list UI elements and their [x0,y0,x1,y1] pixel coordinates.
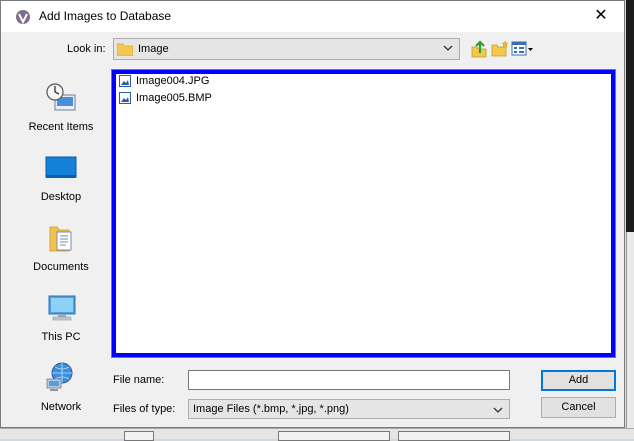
new-folder-icon[interactable] [490,39,510,59]
place-label: Documents [33,261,89,273]
up-one-level-icon[interactable] [469,39,489,59]
file-list[interactable]: Image004.JPG Image005.BMP [111,69,616,358]
background-window-edge [626,0,634,438]
chevron-down-icon [443,45,453,51]
computer-icon [48,295,76,321]
look-in-label: Look in: [67,43,106,55]
network-icon [46,362,73,391]
view-menu-icon[interactable] [511,39,535,59]
background-control [278,431,390,441]
place-label: Desktop [40,191,82,203]
place-label: This PC [41,331,81,343]
file-name-label: File name: [113,374,165,386]
place-recent-items[interactable]: Recent Items [15,81,107,141]
place-network[interactable]: Network [15,361,107,421]
app-icon [16,10,30,25]
close-icon: ✕ [594,7,608,24]
title-bar[interactable]: Add Images to Database ✕ [1,1,624,32]
place-this-pc[interactable]: This PC [15,291,107,351]
file-type-dropdown[interactable]: Image Files (*.bmp, *.jpg, *.png) [188,399,510,419]
folder-icon [117,43,133,56]
background-control [124,431,154,441]
file-name: Image005.BMP [136,92,212,104]
close-button[interactable]: ✕ [578,1,624,32]
image-file-icon [119,75,131,87]
file-name-input[interactable] [188,370,510,390]
file-type-value: Image Files (*.bmp, *.jpg, *.png) [193,403,349,415]
look-in-value: Image [138,43,169,55]
cancel-button[interactable]: Cancel [541,397,616,418]
add-button[interactable]: Add [541,370,616,391]
chevron-down-icon [493,407,503,413]
background-window-panel [626,232,634,438]
documents-icon [49,226,72,252]
dialog-title: Add Images to Database [39,9,172,23]
recent-items-icon [46,83,76,111]
place-desktop[interactable]: Desktop [15,151,107,211]
desktop-icon [45,156,77,178]
places-bar: Recent Items Desktop Documents This PC N… [15,65,107,425]
image-file-icon [119,92,131,104]
place-documents[interactable]: Documents [15,221,107,281]
file-type-label: Files of type: [113,403,176,415]
place-label: Recent Items [28,121,94,133]
file-name: Image004.JPG [136,75,210,87]
background-window-bottom [0,428,634,441]
place-label: Network [40,401,82,413]
add-images-dialog: Add Images to Database ✕ Look in: Image [0,0,625,428]
look-in-dropdown[interactable]: Image [113,38,460,60]
background-control [398,431,510,441]
